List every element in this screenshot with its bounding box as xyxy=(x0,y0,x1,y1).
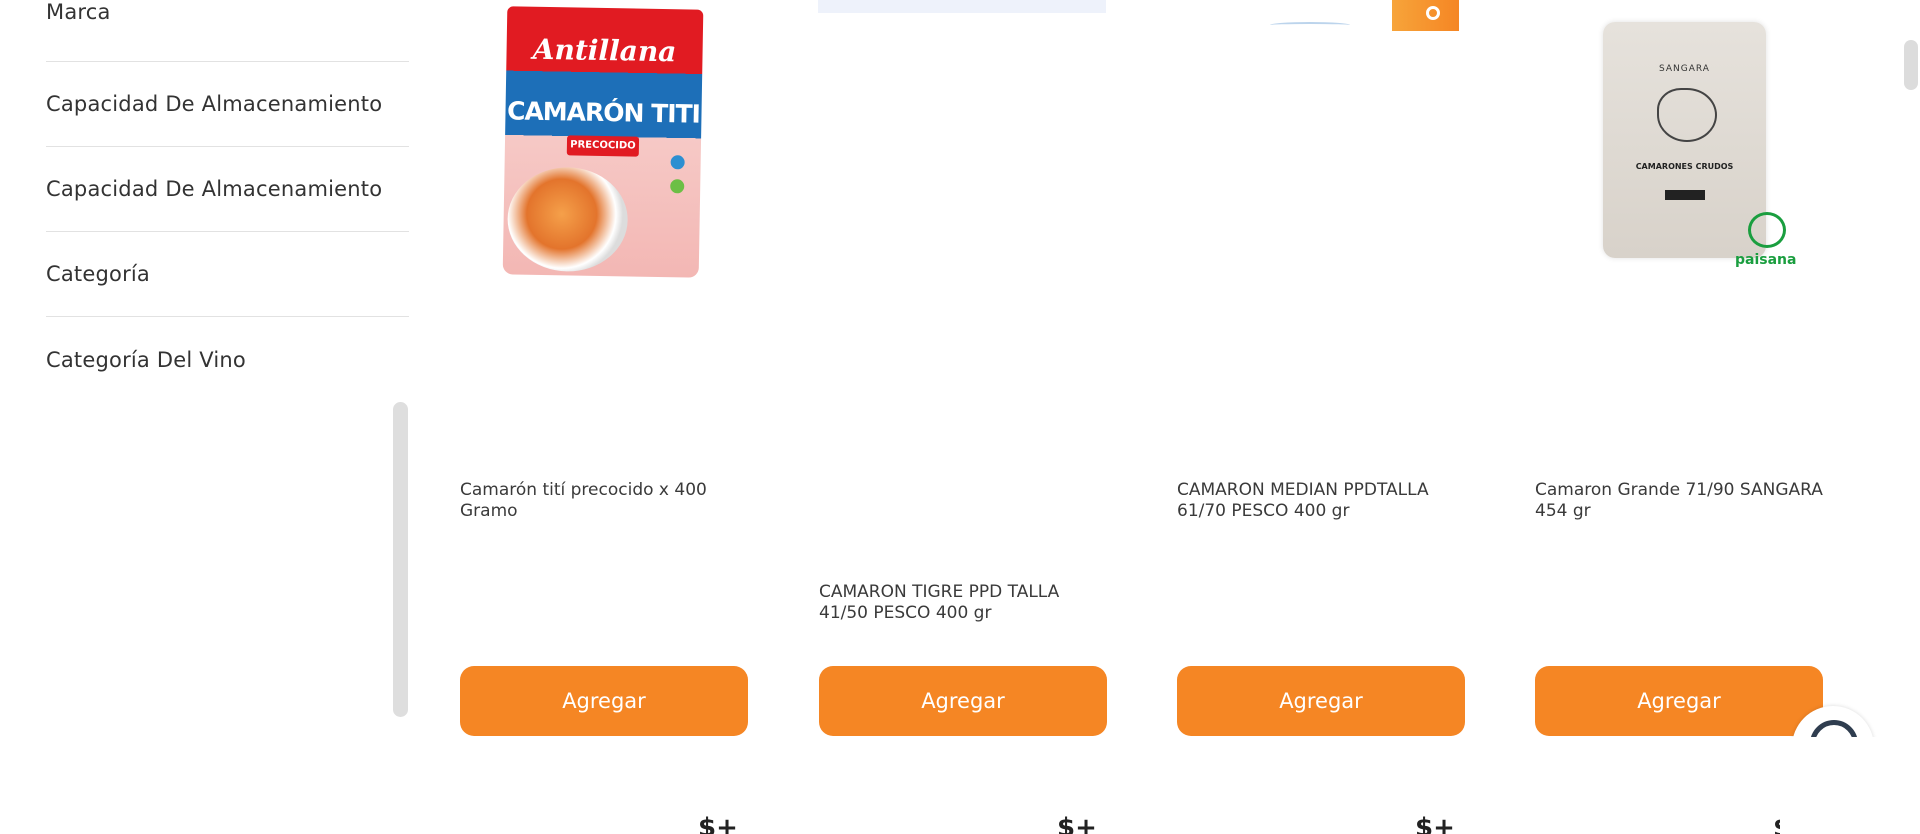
bag-brand: SANGARA xyxy=(1659,64,1710,74)
product-image-fragment xyxy=(818,0,1106,13)
info-badge-icon xyxy=(670,155,685,170)
product-image-fragment xyxy=(1270,22,1350,28)
product-name[interactable]: Camarón tití precocido x 400 Gramo xyxy=(460,480,748,522)
price-fragment: $+ xyxy=(1415,813,1455,834)
product-image-sangara[interactable]: SANGARA CAMARONES CRUDOS xyxy=(1603,22,1766,258)
filter-label: Marca xyxy=(46,0,111,24)
filter-storage-capacity-2[interactable]: Capacidad De Almacenamiento xyxy=(46,147,409,232)
bag-title: CAMARONES CRUDOS xyxy=(1635,162,1734,171)
add-to-cart-button[interactable]: Agregar xyxy=(1535,666,1823,736)
check-badge-icon xyxy=(670,179,685,194)
product-name[interactable]: CAMARON TIGRE PPD TALLA 41/50 PESCO 400 … xyxy=(819,582,1107,624)
product-image-camaron-titi[interactable]: Antillana CAMARÓN TITI PRECOCIDO xyxy=(502,6,704,278)
shrimp-drawing-icon xyxy=(1657,88,1717,142)
price-fragment: $+ xyxy=(698,813,738,834)
price-fragment: $+ xyxy=(1057,813,1097,834)
viewport-clip xyxy=(1780,737,1920,834)
filter-label: Capacidad De Almacenamiento xyxy=(46,177,383,201)
sidebar-scrollbar[interactable] xyxy=(393,402,408,717)
product-name[interactable]: CAMARON MEDIAN PPDTALLA 61/70 PESCO 400 … xyxy=(1177,480,1465,522)
badge-fragment xyxy=(1392,0,1459,31)
add-to-cart-button[interactable]: Agregar xyxy=(819,666,1107,736)
bag-subtitle: PRECOCIDO xyxy=(566,135,640,157)
page-scrollbar[interactable] xyxy=(1904,40,1918,90)
filter-label: Categoría Del Vino xyxy=(46,347,246,372)
filter-wine-category[interactable]: Categoría Del Vino xyxy=(46,317,409,402)
bag-title: CAMARÓN TITI xyxy=(506,96,701,129)
filter-category[interactable]: Categoría xyxy=(46,232,409,317)
filter-storage-capacity[interactable]: Capacidad De Almacenamiento xyxy=(46,62,409,147)
shrimp-plate-icon xyxy=(506,166,629,273)
bag-brand: Antillana xyxy=(532,32,677,69)
add-to-cart-button[interactable]: Agregar xyxy=(460,666,748,736)
bag-tag xyxy=(1665,190,1705,200)
filter-sidebar: Marca Capacidad De Almacenamiento Capaci… xyxy=(46,0,409,402)
product-name[interactable]: Camaron Grande 71/90 SANGARA 454 gr xyxy=(1535,480,1823,522)
filter-label: Capacidad De Almacenamiento xyxy=(46,92,383,116)
filter-brand[interactable]: Marca xyxy=(46,0,409,62)
add-to-cart-button[interactable]: Agregar xyxy=(1177,666,1465,736)
filter-label: Categoría xyxy=(46,262,151,286)
paisana-logo: paisana xyxy=(1735,252,1797,268)
paisana-logo-icon xyxy=(1748,212,1786,248)
